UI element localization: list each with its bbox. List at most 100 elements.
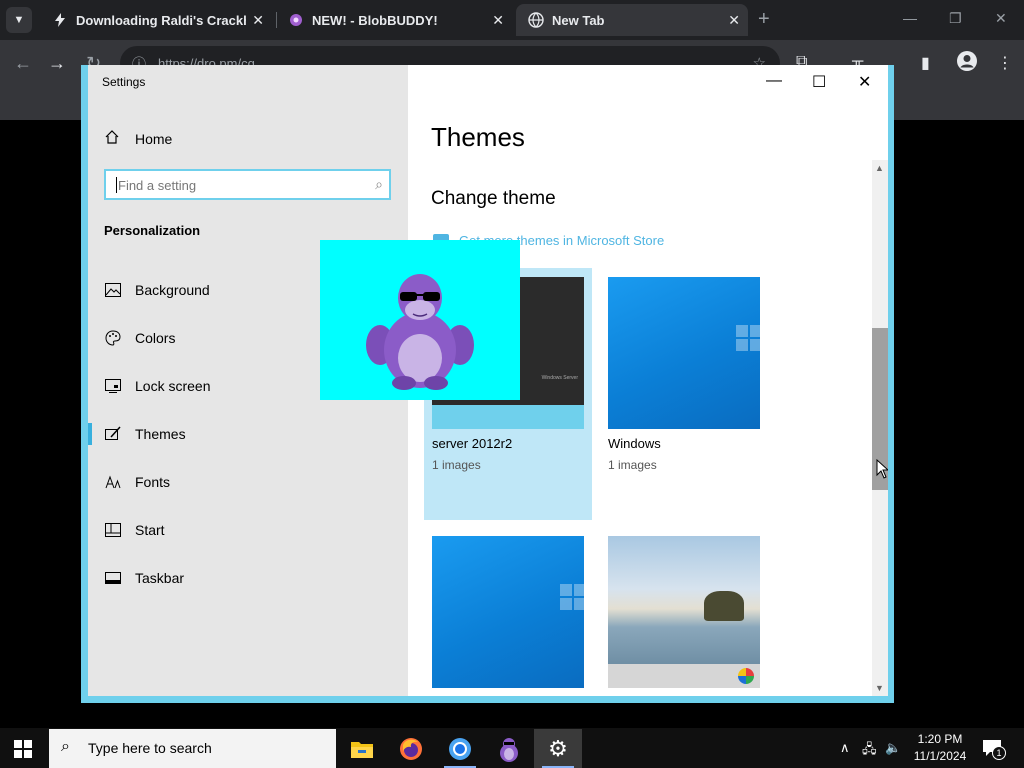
palette-icon — [104, 329, 122, 347]
sidebar-item-taskbar[interactable]: Taskbar — [104, 566, 184, 590]
home-icon — [104, 129, 122, 148]
sidebar-item-label: Background — [135, 282, 210, 298]
plus-icon[interactable]: + — [758, 8, 770, 31]
lock-screen-icon — [104, 377, 122, 395]
page-title: Themes — [431, 122, 525, 152]
network-icon[interactable]: 🖧 — [862, 740, 877, 762]
windows-logo-icon — [14, 740, 32, 758]
minimize-icon[interactable]: — — [766, 72, 782, 90]
forward-arrow-icon[interactable]: → — [48, 53, 66, 74]
taskbar-chrome[interactable] — [436, 729, 484, 768]
home-label: Home — [135, 130, 173, 147]
color-wheel-icon — [738, 668, 754, 684]
tab-title: Downloading Raldi's Crackhou — [76, 12, 246, 28]
clock-time: 1:20 PM — [917, 732, 963, 746]
purple-gorilla-icon — [500, 737, 518, 762]
windows-logo-icon — [560, 584, 586, 610]
back-arrow-icon[interactable]: ← — [14, 53, 32, 74]
theme-name: Windows — [608, 436, 661, 451]
theme-thumbnail-windows-blue[interactable] — [432, 536, 586, 688]
tab-title: NEW! - BlobBUDDY! — [312, 12, 438, 28]
close-icon[interactable]: ✕ — [995, 10, 1007, 27]
sidebar-item-lock-screen[interactable]: Lock screen — [104, 374, 210, 398]
sidebar-item-label: Fonts — [135, 474, 171, 490]
taskbar-search-box[interactable]: ⌕ Type here to search — [49, 729, 336, 768]
profile-icon[interactable] — [956, 50, 978, 77]
image-icon — [104, 281, 122, 299]
gear-icon: ⚙ — [548, 735, 568, 761]
font-icon — [104, 473, 122, 491]
browser-tab-new-tab[interactable]: New Tab ✕ — [516, 4, 748, 36]
text-caret — [116, 177, 117, 193]
settings-search-input[interactable]: Find a setting ⌕ — [104, 169, 391, 200]
tab-title: New Tab — [552, 12, 605, 28]
maximize-icon[interactable]: ☐ — [812, 72, 826, 92]
sidebar-item-label: Themes — [135, 426, 186, 442]
browser-tab-raldi[interactable]: Downloading Raldi's Crackhou ✕ — [40, 4, 272, 36]
scroll-up-arrow-icon[interactable]: ▲ — [875, 163, 884, 173]
taskbar-file-explorer[interactable] — [338, 729, 386, 768]
sidebar-item-fonts[interactable]: Fonts — [104, 470, 170, 494]
theme-thumbnail-windows[interactable] — [608, 277, 762, 429]
volume-muted-icon[interactable]: 🔈 — [885, 740, 901, 756]
chevron-up-icon[interactable]: ∧ — [840, 740, 850, 756]
mouse-cursor-icon — [876, 459, 888, 479]
brush-icon — [104, 425, 122, 443]
notification-center-button[interactable]: 1 — [982, 739, 1006, 762]
sidebar-item-label: Start — [135, 522, 165, 538]
sidebar-item-themes[interactable]: Themes — [104, 422, 186, 446]
globe-icon — [528, 12, 544, 28]
theme-image-count: 1 images — [432, 458, 481, 472]
chrome-icon — [449, 737, 471, 760]
theme-image-count: 1 images — [608, 458, 657, 472]
bonzibuddy-overlay[interactable] — [320, 240, 520, 400]
kebab-menu-icon[interactable]: ⋮ — [997, 53, 1013, 73]
sidebar-item-start[interactable]: Start — [104, 518, 165, 542]
theme-thumbnail-beach[interactable] — [608, 536, 760, 688]
system-clock[interactable]: 1:20 PM 11/1/2024 — [905, 731, 975, 765]
restore-icon[interactable]: ❐ — [949, 10, 962, 27]
scroll-down-arrow-icon[interactable]: ▼ — [875, 683, 884, 693]
folder-icon — [351, 741, 373, 758]
taskbar-settings[interactable]: ⚙ — [534, 729, 582, 768]
browser-tab-blobbuddy[interactable]: NEW! - BlobBUDDY! ✕ — [276, 4, 512, 36]
search-placeholder: Find a setting — [118, 178, 197, 193]
windows-logo-icon — [736, 325, 762, 351]
sidebar-item-label: Lock screen — [135, 378, 211, 394]
thumbnail-caption: Windows Server — [541, 375, 578, 381]
home-nav-item[interactable]: Home — [104, 129, 172, 148]
sidebar-item-colors[interactable]: Colors — [104, 326, 175, 350]
sidebar-item-label: Colors — [135, 330, 176, 346]
close-icon[interactable]: ✕ — [858, 72, 871, 92]
taskbar-bonzibuddy[interactable] — [485, 729, 533, 768]
taskbar-firefox[interactable] — [387, 729, 435, 768]
section-heading: Personalization — [104, 223, 201, 238]
change-theme-heading: Change theme — [431, 188, 556, 209]
close-icon[interactable]: ✕ — [728, 12, 740, 29]
start-icon — [104, 521, 122, 539]
minimize-icon[interactable]: — — [903, 10, 917, 26]
clock-date: 11/1/2024 — [913, 749, 967, 763]
search-icon: ⌕ — [375, 176, 383, 192]
theme-name: server 2012r2 — [432, 436, 513, 451]
sidebar-item-background[interactable]: Background — [104, 278, 210, 302]
purple-gorilla-icon — [366, 274, 474, 390]
taskbar-icon — [104, 569, 122, 587]
chevron-down-icon: ▼ — [13, 14, 25, 26]
lightning-icon — [52, 12, 68, 28]
sidebar-item-label: Taskbar — [135, 570, 185, 586]
tab-search-button[interactable]: ▼ — [6, 7, 32, 33]
rock-formation — [704, 591, 744, 621]
purple-circle-icon — [288, 12, 304, 28]
taskbar-search-placeholder: Type here to search — [88, 740, 212, 756]
close-icon[interactable]: ✕ — [492, 12, 504, 29]
active-indicator — [88, 423, 92, 445]
firefox-icon — [400, 737, 422, 760]
theme-color-band — [432, 405, 584, 429]
search-icon: ⌕ — [61, 738, 70, 755]
start-button[interactable] — [14, 740, 32, 758]
close-icon[interactable]: ✕ — [252, 12, 264, 29]
side-panel-icon[interactable]: ▮ — [921, 53, 930, 73]
notification-count: 1 — [992, 746, 1006, 760]
window-title: Settings — [102, 75, 146, 89]
